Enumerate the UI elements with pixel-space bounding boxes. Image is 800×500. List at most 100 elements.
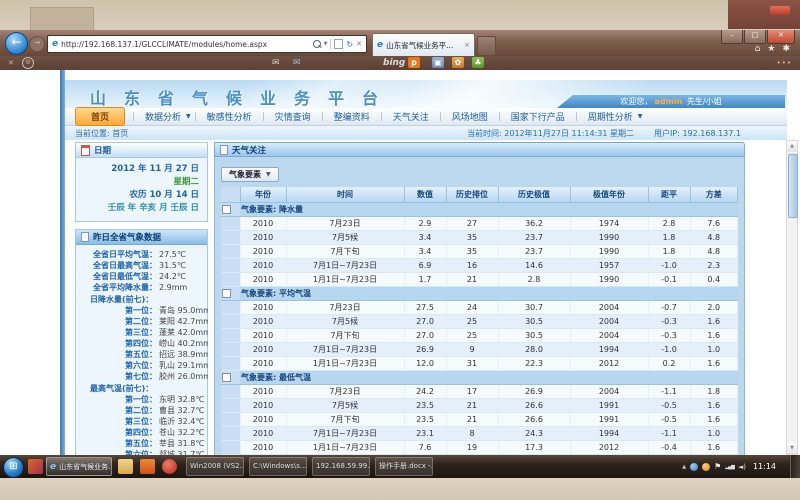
compatibility-view-icon[interactable] (334, 39, 343, 49)
scroll-up-arrow[interactable]: ▲ (787, 141, 797, 152)
cell: -1.1 (648, 385, 690, 399)
section-checkbox[interactable] (222, 289, 231, 298)
section-label: 气象要素: 平均气温 (240, 287, 738, 301)
nav-item-1[interactable]: 首页 (75, 107, 125, 126)
scrollbar-thumb[interactable] (788, 154, 798, 218)
mail-icon[interactable]: ✉ (272, 58, 280, 68)
table-row[interactable]: 20101月1日~7月23日12.03122.320120.21.6 (221, 357, 738, 371)
minimize-button[interactable]: – (721, 30, 743, 44)
favorites-star-icon[interactable]: ★ (767, 44, 775, 54)
more-options-icon[interactable]: ••• (777, 59, 792, 67)
rank-value: 青岛 95.0mm (157, 305, 203, 316)
taskbar-window-4[interactable]: 操作手册.docx -... (375, 457, 433, 476)
table-row[interactable]: 20107月1日~7月23日23.1824.31994-1.11.0 (221, 427, 738, 441)
taskbar-window-3[interactable]: 192.168.59.99... (312, 457, 370, 476)
plugin-icon[interactable]: ♣ (472, 57, 484, 68)
nav-item-6[interactable]: 天气关注 (382, 108, 440, 125)
nav-item-2[interactable]: 数据分析 (134, 108, 192, 125)
rank-label: 第七位： (78, 371, 157, 382)
browser-tab[interactable]: e 山东省气候业务平... × (372, 33, 475, 56)
show-desktop-button[interactable] (790, 455, 800, 478)
cell: 7月5候 (286, 315, 404, 329)
table-row[interactable]: 20107月23日2.92736.219742.87.6 (221, 217, 738, 231)
toolbar-close-icon[interactable]: ✕ (8, 59, 14, 67)
table-row[interactable]: 20101月1日~7月23日7.61917.32012-0.41.6 (221, 441, 738, 455)
rank-value: 曹县 32.7℃ (157, 405, 203, 416)
send-mail-icon[interactable]: ✉ (293, 58, 301, 68)
new-tab-button[interactable] (477, 36, 496, 56)
start-button[interactable]: ⊞ (3, 457, 24, 478)
table-row[interactable]: 20107月23日27.52430.72004-0.72.0 (221, 301, 738, 315)
table-row[interactable]: 20107月5候27.02530.52004-0.31.6 (221, 315, 738, 329)
settings-gear-icon[interactable]: ✱ (782, 44, 790, 54)
taskbar-window-1[interactable]: Win2008 (VS2... (186, 457, 244, 476)
cell: 26.9 (498, 385, 570, 399)
cell: 2010 (240, 385, 286, 399)
volume-icon[interactable]: ◄) (738, 463, 746, 471)
taskbar-window-2[interactable]: C:\Windows\s... (249, 457, 307, 476)
messenger-tray-icon[interactable] (690, 463, 698, 471)
media-player-icon[interactable] (162, 459, 177, 474)
search-icon[interactable] (313, 40, 321, 48)
page-viewport: 山东省气候业务平台 欢迎您，admin 先生/小姐 首页数据分析▼敏感性分析灾情… (0, 70, 800, 455)
rank-value: 崂山 40.2mm (157, 338, 203, 349)
nav-item-4[interactable]: 灾情查询 (264, 108, 322, 125)
table-row[interactable]: 20107月5候3.43523.719901.84.8 (221, 231, 738, 245)
network-icon[interactable]: ▂▄▆ (725, 464, 734, 470)
table-row[interactable]: 20101月1日~7月23日1.7212.81990-0.10.4 (221, 273, 738, 287)
table-row[interactable]: 20107月下旬27.02530.52004-0.31.6 (221, 329, 738, 343)
show-hidden-icons[interactable]: ▲ (682, 464, 686, 470)
close-button[interactable]: ✕ (767, 30, 795, 44)
refresh-icon[interactable]: ↻ (346, 40, 353, 49)
rank-label: 第四位： (78, 427, 157, 438)
tab-close-icon[interactable]: × (464, 41, 470, 49)
section-checkbox[interactable] (222, 373, 231, 382)
back-button[interactable]: ← (5, 32, 28, 55)
address-dropdown-icon[interactable]: ▼ (324, 41, 328, 47)
forward-button[interactable]: → (29, 36, 45, 52)
table-row[interactable]: 20107月下旬3.43523.719901.84.8 (221, 245, 738, 259)
search-provider-icon[interactable]: p (408, 57, 420, 68)
maximize-button[interactable]: □ (744, 30, 766, 44)
nav-item-7[interactable]: 风场地图 (441, 108, 499, 125)
table-row[interactable]: 20107月23日24.21726.92004-1.11.8 (221, 385, 738, 399)
bing-logo[interactable]: bing (383, 58, 405, 68)
chevron-down-icon[interactable]: ▼ (638, 113, 643, 120)
home-icon[interactable]: ⌂ (755, 44, 761, 54)
pinned-app-icon[interactable] (140, 459, 155, 474)
element-filter-button[interactable]: 气象要素 ▼ (221, 167, 279, 182)
taskbar-ie-window[interactable]: e 山东省气候业务... (46, 457, 112, 476)
nav-item-3[interactable]: 敏感性分析 (196, 108, 263, 125)
nav-item-8[interactable]: 国家下行产品 (500, 108, 576, 125)
snapshot-icon[interactable]: ▣ (432, 57, 444, 68)
section-row: 气象要素: 平均气温 (221, 287, 738, 301)
nav-item-5[interactable]: 整编资料 (323, 108, 381, 125)
table-row[interactable]: 20107月1日~7月23日6.91614.61957-1.02.3 (221, 259, 738, 273)
chevron-down-icon[interactable]: ▼ (186, 113, 191, 120)
nav-item-9[interactable]: 周期性分析 (577, 108, 644, 125)
cell: 1.6 (690, 329, 738, 343)
stop-icon[interactable]: ✕ (356, 40, 362, 48)
weather-rank-item: 第三位：临沂 32.4℃ (78, 416, 203, 427)
table-row[interactable]: 20107月1日~7月23日26.9928.01994-1.01.0 (221, 343, 738, 357)
clock[interactable]: 11:14 (753, 462, 776, 471)
section-checkbox[interactable] (222, 205, 231, 214)
rank-value: 乳山 29.1mm (157, 360, 203, 371)
cell: 1.8 (648, 245, 690, 259)
address-bar[interactable]: e http://192.168.137.1/GLCCLIMATE/module… (47, 35, 367, 53)
security-tray-icon[interactable] (702, 463, 710, 471)
table-row[interactable]: 20107月下旬23.52126.61991-0.51.6 (221, 413, 738, 427)
breadcrumb-bar: 当前位置: 首页 当前时间: 2012年11月27日 11:14:31 星期二 … (65, 126, 787, 140)
column-header: 极值年份 (570, 187, 648, 203)
page-scrollbar[interactable]: ▲ ▼ (786, 140, 798, 455)
media-app-icon[interactable] (28, 459, 43, 474)
paw-icon[interactable]: ✿ (452, 57, 464, 68)
explorer-folder-icon[interactable] (118, 459, 133, 474)
cell: 30.5 (498, 329, 570, 343)
weather-summary-panel: 昨日全省气象数据 全省日平均气温：27.5℃全省日最高气温：31.5℃全省日最低… (75, 229, 208, 455)
url-text[interactable]: http://192.168.137.1/GLCCLIMATE/modules/… (61, 40, 309, 49)
action-center-icon[interactable]: ⚑ (714, 462, 721, 471)
cell: 26.6 (498, 413, 570, 427)
scroll-down-arrow[interactable]: ▼ (787, 443, 797, 454)
table-row[interactable]: 20107月5候23.52126.61991-0.51.6 (221, 399, 738, 413)
